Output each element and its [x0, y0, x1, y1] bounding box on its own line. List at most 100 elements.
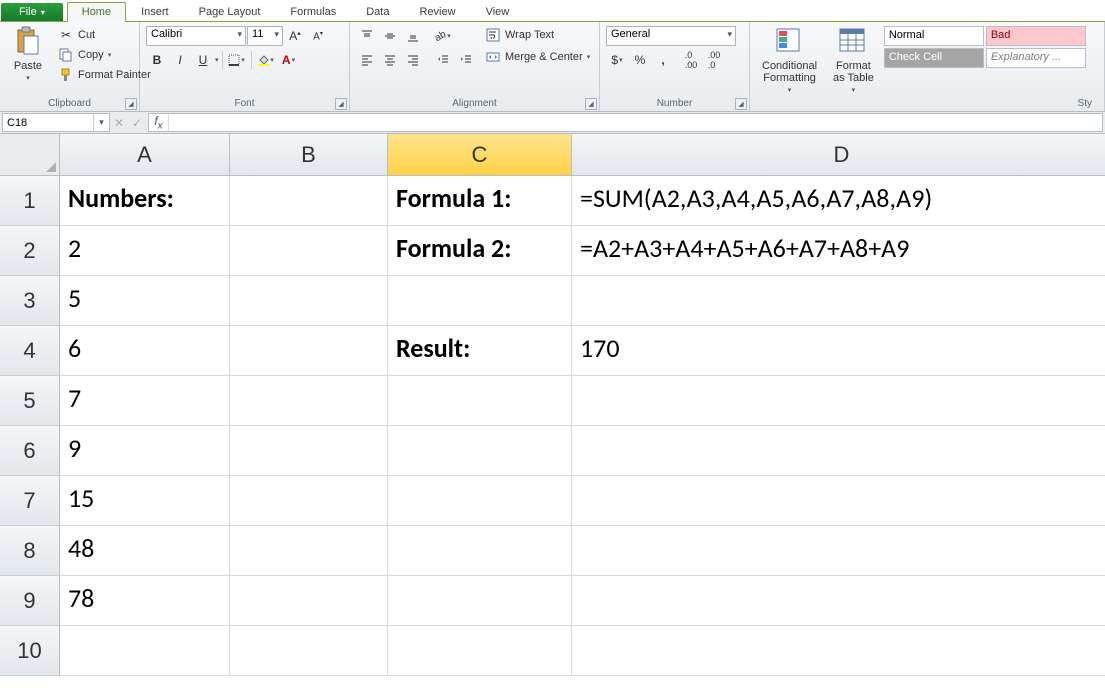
- comma-button[interactable]: ,: [652, 50, 674, 70]
- row-header-3[interactable]: 3: [0, 276, 60, 326]
- italic-button[interactable]: I: [169, 50, 191, 70]
- cell-C2[interactable]: Formula 2:: [388, 226, 572, 276]
- style-normal[interactable]: Normal: [884, 26, 984, 46]
- style-explanatory[interactable]: Explanatory ...: [986, 48, 1086, 68]
- decrease-font-button[interactable]: A▾: [307, 26, 329, 46]
- wrap-text-button[interactable]: Wrap Text: [481, 26, 594, 44]
- decrease-decimal-button[interactable]: .00.0: [703, 50, 725, 70]
- cell-D8[interactable]: [572, 526, 1105, 576]
- tab-page-layout[interactable]: Page Layout: [184, 2, 276, 21]
- row-header-1[interactable]: 1: [0, 176, 60, 226]
- increase-indent-button[interactable]: [455, 50, 477, 70]
- cell-D7[interactable]: [572, 476, 1105, 526]
- formula-cancel-button[interactable]: ✕: [110, 112, 128, 133]
- cell-A6[interactable]: 9: [60, 426, 230, 476]
- tab-insert[interactable]: Insert: [126, 2, 184, 21]
- font-name-combo[interactable]: Calibri: [146, 26, 246, 46]
- align-middle-button[interactable]: [379, 26, 401, 46]
- cell-C1[interactable]: Formula 1:: [388, 176, 572, 226]
- cell-B3[interactable]: [230, 276, 388, 326]
- formula-enter-button[interactable]: ✓: [128, 112, 146, 133]
- font-dialog-launcher[interactable]: ◢: [335, 98, 347, 110]
- format-as-table-button[interactable]: Format as Table ▾: [827, 24, 880, 96]
- cell-B4[interactable]: [230, 326, 388, 376]
- decrease-indent-button[interactable]: [432, 50, 454, 70]
- number-dialog-launcher[interactable]: ◢: [735, 98, 747, 110]
- cell-B10[interactable]: [230, 626, 388, 676]
- tab-home[interactable]: Home: [67, 2, 126, 22]
- cell-A7[interactable]: 15: [60, 476, 230, 526]
- style-check-cell[interactable]: Check Cell: [884, 48, 984, 68]
- style-bad[interactable]: Bad: [986, 26, 1086, 46]
- cell-B2[interactable]: [230, 226, 388, 276]
- cell-D2[interactable]: =A2+A3+A4+A5+A6+A7+A8+A9: [572, 226, 1105, 276]
- column-header-C[interactable]: C: [388, 134, 572, 176]
- accounting-button[interactable]: $: [606, 50, 628, 70]
- align-center-button[interactable]: [379, 50, 401, 70]
- row-header-7[interactable]: 7: [0, 476, 60, 526]
- cell-D3[interactable]: [572, 276, 1105, 326]
- cell-A1[interactable]: Numbers:: [60, 176, 230, 226]
- cell-C5[interactable]: [388, 376, 572, 426]
- number-format-combo[interactable]: General: [606, 26, 736, 46]
- merge-center-button[interactable]: Merge & Center ▾: [481, 48, 594, 66]
- cell-B9[interactable]: [230, 576, 388, 626]
- tab-formulas[interactable]: Formulas: [275, 2, 351, 21]
- row-header-4[interactable]: 4: [0, 326, 60, 376]
- cell-B6[interactable]: [230, 426, 388, 476]
- cell-D4[interactable]: 170: [572, 326, 1105, 376]
- cell-C9[interactable]: [388, 576, 572, 626]
- clipboard-dialog-launcher[interactable]: ◢: [125, 98, 137, 110]
- align-left-button[interactable]: [356, 50, 378, 70]
- cell-B5[interactable]: [230, 376, 388, 426]
- align-right-button[interactable]: [402, 50, 424, 70]
- cell-A5[interactable]: 7: [60, 376, 230, 426]
- tab-review[interactable]: Review: [404, 2, 470, 21]
- cell-C6[interactable]: [388, 426, 572, 476]
- cell-A2[interactable]: 2: [60, 226, 230, 276]
- cell-D10[interactable]: [572, 626, 1105, 676]
- fill-color-button[interactable]: [255, 50, 277, 70]
- increase-font-button[interactable]: A▴: [284, 26, 306, 46]
- underline-button[interactable]: U: [192, 50, 214, 70]
- cell-D9[interactable]: [572, 576, 1105, 626]
- cell-D1[interactable]: =SUM(A2,A3,A4,A5,A6,A7,A8,A9): [572, 176, 1105, 226]
- tab-file[interactable]: File: [1, 3, 63, 21]
- alignment-dialog-launcher[interactable]: ◢: [585, 98, 597, 110]
- insert-function-button[interactable]: fx: [149, 114, 169, 131]
- cell-A4[interactable]: 6: [60, 326, 230, 376]
- tab-data[interactable]: Data: [351, 2, 404, 21]
- paste-button[interactable]: Paste ▾: [6, 24, 50, 84]
- row-header-2[interactable]: 2: [0, 226, 60, 276]
- row-header-5[interactable]: 5: [0, 376, 60, 426]
- row-header-10[interactable]: 10: [0, 626, 60, 676]
- bold-button[interactable]: B: [146, 50, 168, 70]
- font-size-combo[interactable]: 11: [247, 26, 283, 46]
- select-all-corner[interactable]: [0, 134, 60, 176]
- percent-button[interactable]: %: [629, 50, 651, 70]
- row-header-6[interactable]: 6: [0, 426, 60, 476]
- font-color-button[interactable]: A: [278, 50, 300, 70]
- cell-A9[interactable]: 78: [60, 576, 230, 626]
- cell-C10[interactable]: [388, 626, 572, 676]
- cell-D5[interactable]: [572, 376, 1105, 426]
- cell-C3[interactable]: [388, 276, 572, 326]
- tab-view[interactable]: View: [471, 2, 525, 21]
- increase-decimal-button[interactable]: .0.00: [680, 50, 702, 70]
- cell-B7[interactable]: [230, 476, 388, 526]
- column-header-B[interactable]: B: [230, 134, 388, 176]
- conditional-formatting-button[interactable]: Conditional Formatting ▾: [756, 24, 823, 96]
- align-top-button[interactable]: [356, 26, 378, 46]
- cell-B1[interactable]: [230, 176, 388, 226]
- column-header-D[interactable]: D: [572, 134, 1105, 176]
- cell-C7[interactable]: [388, 476, 572, 526]
- cell-A8[interactable]: 48: [60, 526, 230, 576]
- align-bottom-button[interactable]: [402, 26, 424, 46]
- border-button[interactable]: [226, 50, 248, 70]
- name-box[interactable]: C18 ▾: [2, 113, 110, 132]
- row-header-8[interactable]: 8: [0, 526, 60, 576]
- cell-C4[interactable]: Result:: [388, 326, 572, 376]
- cell-D6[interactable]: [572, 426, 1105, 476]
- cell-A3[interactable]: 5: [60, 276, 230, 326]
- orientation-button[interactable]: ab: [432, 26, 454, 46]
